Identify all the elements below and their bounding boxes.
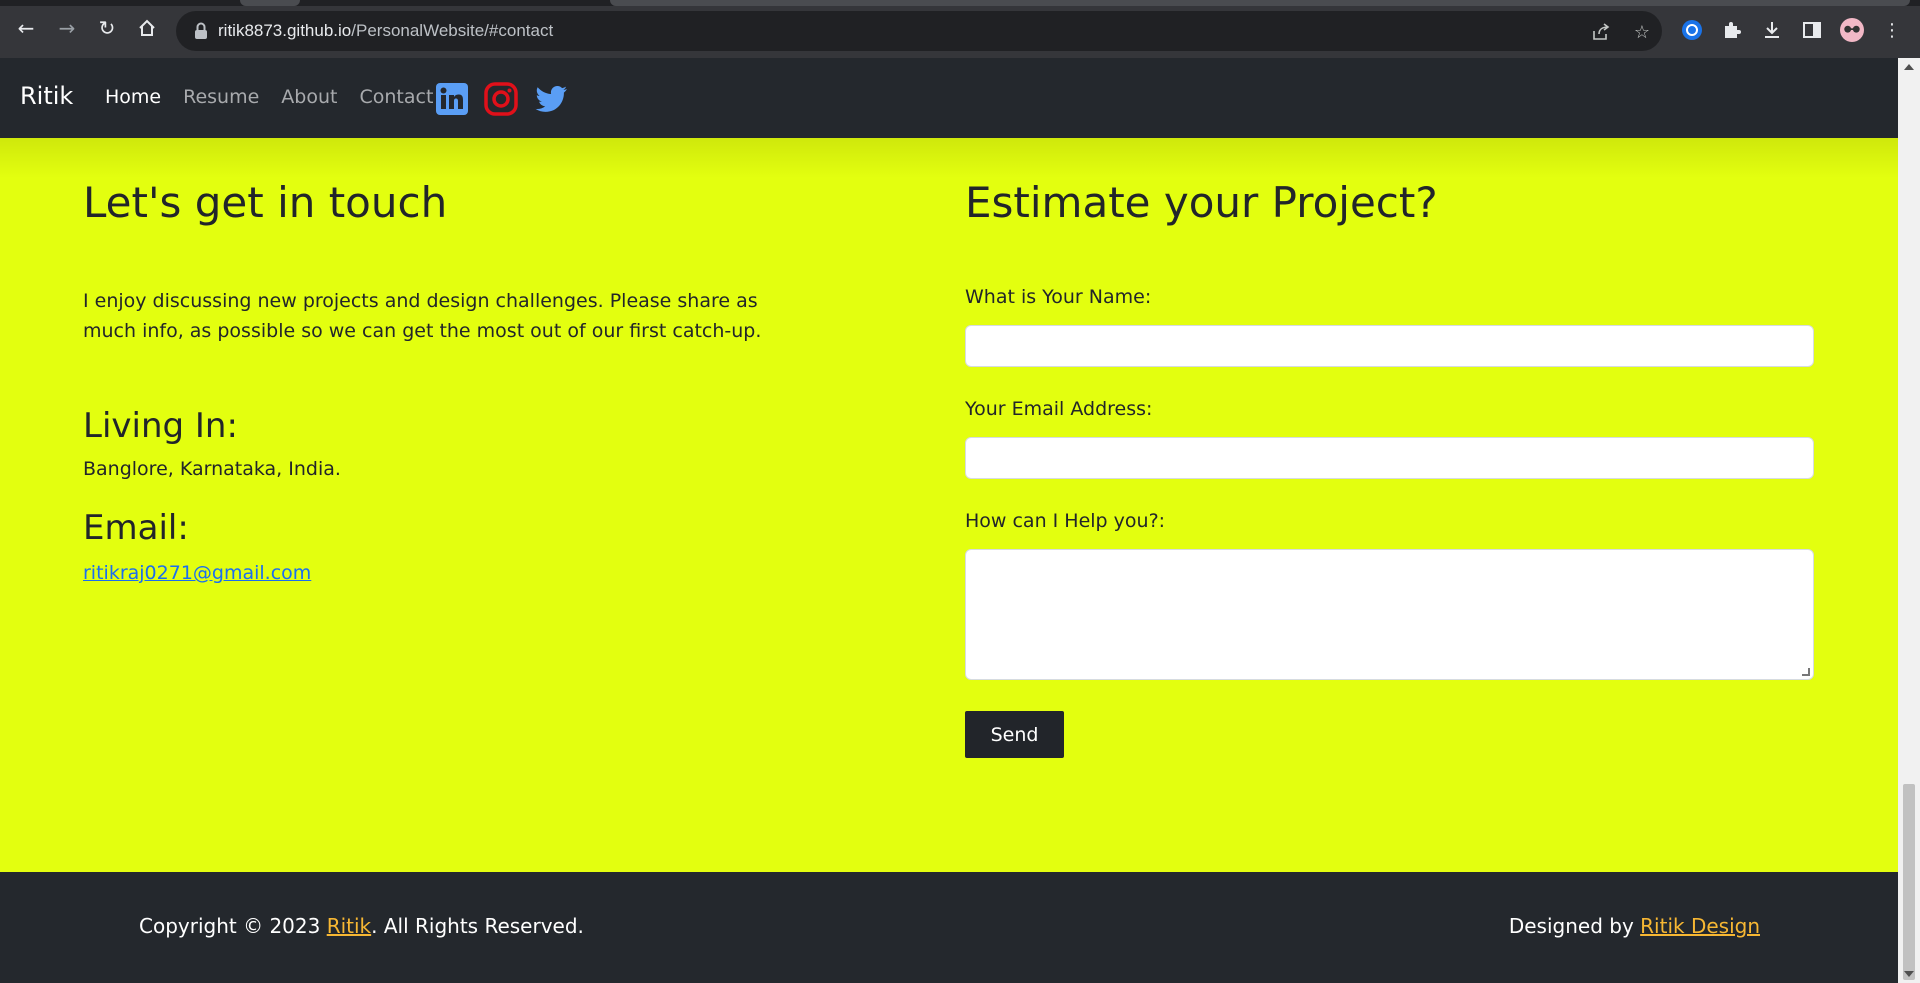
instagram-icon[interactable] xyxy=(484,82,518,116)
contact-section: Let's get in touch I enjoy discussing ne… xyxy=(0,138,1898,872)
scroll-down-icon[interactable] xyxy=(1904,971,1914,977)
nav-item-contact[interactable]: Contact xyxy=(359,86,433,108)
nav-item-home[interactable]: Home xyxy=(105,86,161,108)
copyright-prefix: Copyright © 2023 xyxy=(139,914,327,938)
back-icon[interactable]: ← xyxy=(14,16,38,40)
lock-icon[interactable] xyxy=(194,22,208,40)
designer-link[interactable]: Ritik Design xyxy=(1640,914,1760,938)
designed-prefix: Designed by xyxy=(1508,914,1641,938)
puzzle-icon[interactable] xyxy=(1720,18,1744,42)
download-icon[interactable] xyxy=(1760,18,1784,42)
url-text[interactable]: ritik8873.github.io/PersonalWebsite/#con… xyxy=(218,21,553,41)
resize-grip-icon[interactable] xyxy=(1802,668,1810,676)
tab[interactable] xyxy=(240,0,300,6)
tab-strip xyxy=(0,0,1920,6)
bookmark-star-icon[interactable]: ☆ xyxy=(1631,21,1653,43)
contact-intro: I enjoy discussing new projects and desi… xyxy=(83,290,762,342)
send-button[interactable]: Send xyxy=(965,711,1064,758)
living-heading: Living In: xyxy=(83,406,238,446)
linkedin-icon[interactable] xyxy=(435,82,469,116)
address-bar[interactable]: ritik8873.github.io/PersonalWebsite/#con… xyxy=(176,11,1662,51)
reload-icon[interactable]: ↻ xyxy=(95,16,119,40)
menu-kebab-icon[interactable]: ⋮ xyxy=(1880,18,1904,42)
living-value: Banglore, Karnataka, India. xyxy=(83,458,341,480)
home-icon[interactable] xyxy=(135,16,159,40)
scroll-up-icon[interactable] xyxy=(1904,64,1914,70)
page-scrollbar[interactable] xyxy=(1898,58,1920,983)
profile-avatar-icon[interactable] xyxy=(1840,18,1864,42)
copyright-text: Copyright © 2023 Ritik. All Rights Reser… xyxy=(139,914,584,938)
name-field[interactable] xyxy=(965,325,1814,367)
email-field[interactable] xyxy=(965,437,1814,479)
message-textarea[interactable] xyxy=(965,549,1814,680)
name-label: What is Your Name: xyxy=(965,286,1152,308)
brand-logo[interactable]: Ritik xyxy=(20,82,73,110)
extension-icon[interactable] xyxy=(1680,18,1704,42)
help-label: How can I Help you?: xyxy=(965,510,1166,532)
header-shadow xyxy=(0,138,1898,178)
copyright-link[interactable]: Ritik xyxy=(327,914,371,938)
email-link[interactable]: ritikraj0271@gmail.com xyxy=(83,562,311,584)
side-panel-icon[interactable] xyxy=(1800,18,1824,42)
email-heading: Email: xyxy=(83,508,189,548)
email-label: Your Email Address: xyxy=(965,398,1153,420)
twitter-icon[interactable] xyxy=(535,82,569,116)
share-icon[interactable] xyxy=(1590,21,1612,43)
designed-by-text: Designed by Ritik Design xyxy=(1509,914,1760,938)
contact-heading: Let's get in touch xyxy=(83,178,448,227)
tab-active[interactable] xyxy=(610,0,1910,6)
nav-menu: Home Resume About Contact xyxy=(105,86,433,108)
site-footer: Copyright © 2023 Ritik. All Rights Reser… xyxy=(0,872,1898,983)
copyright-suffix: . All Rights Reserved. xyxy=(371,914,584,938)
nav-item-resume[interactable]: Resume xyxy=(183,86,259,108)
nav-item-about[interactable]: About xyxy=(281,86,337,108)
site-navbar: Ritik Home Resume About Contact xyxy=(0,58,1898,138)
browser-toolbar: ← → ↻ ritik8873.github.io/PersonalWebsit… xyxy=(0,0,1920,58)
form-heading: Estimate your Project? xyxy=(965,178,1438,227)
scrollbar-thumb[interactable] xyxy=(1903,784,1915,980)
forward-icon[interactable]: → xyxy=(55,16,79,40)
